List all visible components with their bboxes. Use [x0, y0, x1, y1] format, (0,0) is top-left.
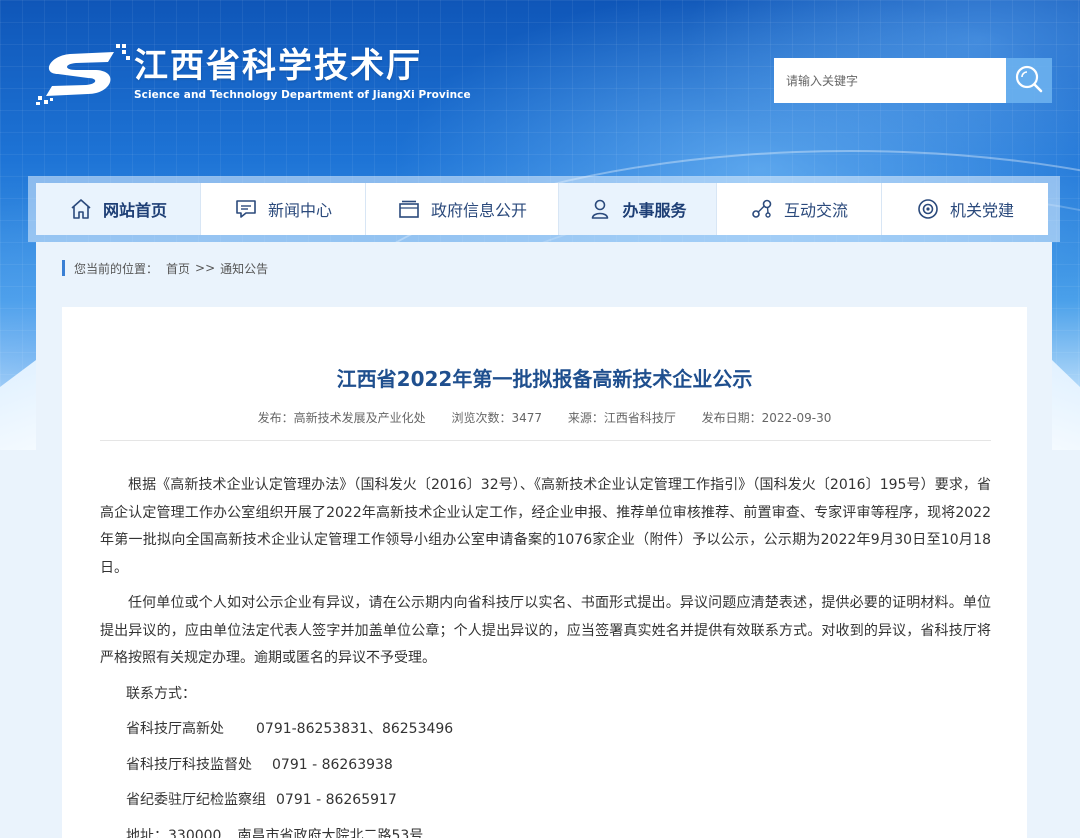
user-icon	[588, 197, 612, 221]
search-box	[774, 58, 1052, 103]
search-button[interactable]	[1006, 58, 1052, 103]
article-body: 根据《高新技术企业认定管理办法》（国科发火〔2016〕32号）、《高新技术企业认…	[100, 472, 991, 838]
article-paragraph: 根据《高新技术企业认定管理办法》（国科发火〔2016〕32号）、《高新技术企业认…	[100, 477, 991, 576]
meta-source: 来源：江西省科技厅	[567, 411, 676, 425]
nav-item-label: 新闻中心	[267, 201, 332, 220]
breadcrumb-prefix: 您当前的位置：	[74, 261, 159, 276]
breadcrumb-separator: >>	[195, 261, 216, 275]
nav-item-label: 政府信息公开	[430, 201, 527, 220]
main-nav: 网站首页 新闻中心 政府信息公开 办事服务 互动交流 机关党建	[36, 183, 1048, 235]
address-line: 地址：330000 南昌市省政府大院北二路53号	[100, 823, 991, 838]
article-divider	[100, 440, 991, 441]
contact-phone: 0791 - 86265917	[276, 792, 397, 808]
breadcrumb: 您当前的位置： 首页 >> 通知公告	[62, 259, 268, 277]
message-icon	[234, 197, 258, 221]
logo-emblem-icon	[36, 40, 132, 106]
network-icon	[750, 197, 774, 221]
breadcrumb-home-link[interactable]: 首页	[166, 260, 190, 277]
emblem-icon	[916, 197, 940, 221]
contact-line: 省科技厅科技监督处 0791 - 86263938	[100, 752, 991, 780]
nav-item-interaction[interactable]: 互动交流	[717, 183, 882, 235]
contact-name: 省科技厅科技监督处	[126, 756, 252, 773]
nav-item-services[interactable]: 办事服务	[559, 183, 717, 235]
nav-item-news[interactable]: 新闻中心	[201, 183, 366, 235]
site-subtitle: Science and Technology Department of Jia…	[134, 88, 471, 101]
breadcrumb-marker	[62, 260, 65, 276]
home-icon	[69, 197, 93, 221]
breadcrumb-current-link[interactable]: 通知公告	[220, 260, 268, 277]
nav-item-home[interactable]: 网站首页	[36, 183, 201, 235]
meta-date: 发布日期：2022-09-30	[701, 411, 832, 425]
site-title: 江西省科学技术厅	[134, 45, 422, 86]
search-input[interactable]	[774, 58, 1006, 103]
search-icon	[1014, 64, 1044, 98]
nav-item-party[interactable]: 机关党建	[882, 183, 1048, 235]
nav-item-gov-info[interactable]: 政府信息公开	[366, 183, 559, 235]
site-logo[interactable]: 江西省科学技术厅 Science and Technology Departme…	[36, 40, 471, 106]
meta-views: 浏览次数：3477	[451, 411, 542, 425]
nav-item-label: 网站首页	[102, 201, 167, 220]
contact-name: 省科技厅高新处	[126, 721, 224, 737]
address-value: 南昌市省政府大院北二路53号	[237, 827, 424, 838]
meta-publisher: 发布：高新技术发展及产业化处	[257, 411, 426, 425]
article-title: 江西省2022年第一批拟报备高新技术企业公示	[336, 367, 753, 391]
nav-item-label: 机关党建	[949, 201, 1014, 220]
article-paragraph: 任何单位或个人如对公示企业有异议，请在公示期内向省科技厅以实名、书面形式提出。异…	[100, 595, 991, 666]
contact-phone: 0791 - 86263938	[272, 756, 393, 773]
article-card: 江西省2022年第一批拟报备高新技术企业公示 发布：高新技术发展及产业化处 浏览…	[62, 307, 1027, 838]
article-meta: 发布：高新技术发展及产业化处 浏览次数：3477 来源：江西省科技厅 发布日期：…	[62, 409, 1027, 426]
nav-item-label: 互动交流	[783, 201, 848, 220]
contact-name: 省纪委驻厅纪检监察组	[126, 792, 266, 808]
contact-line: 省纪委驻厅纪检监察组 0791 - 86265917	[100, 787, 991, 815]
contact-line: 省科技厅高新处 0791-86253831、86253496	[100, 716, 991, 744]
contact-heading: 联系方式：	[126, 685, 196, 702]
folder-icon	[397, 197, 421, 221]
contact-phone: 0791-86253831、86253496	[256, 721, 454, 737]
nav-item-label: 办事服务	[622, 201, 687, 220]
address-label: 地址：330000	[126, 827, 222, 838]
